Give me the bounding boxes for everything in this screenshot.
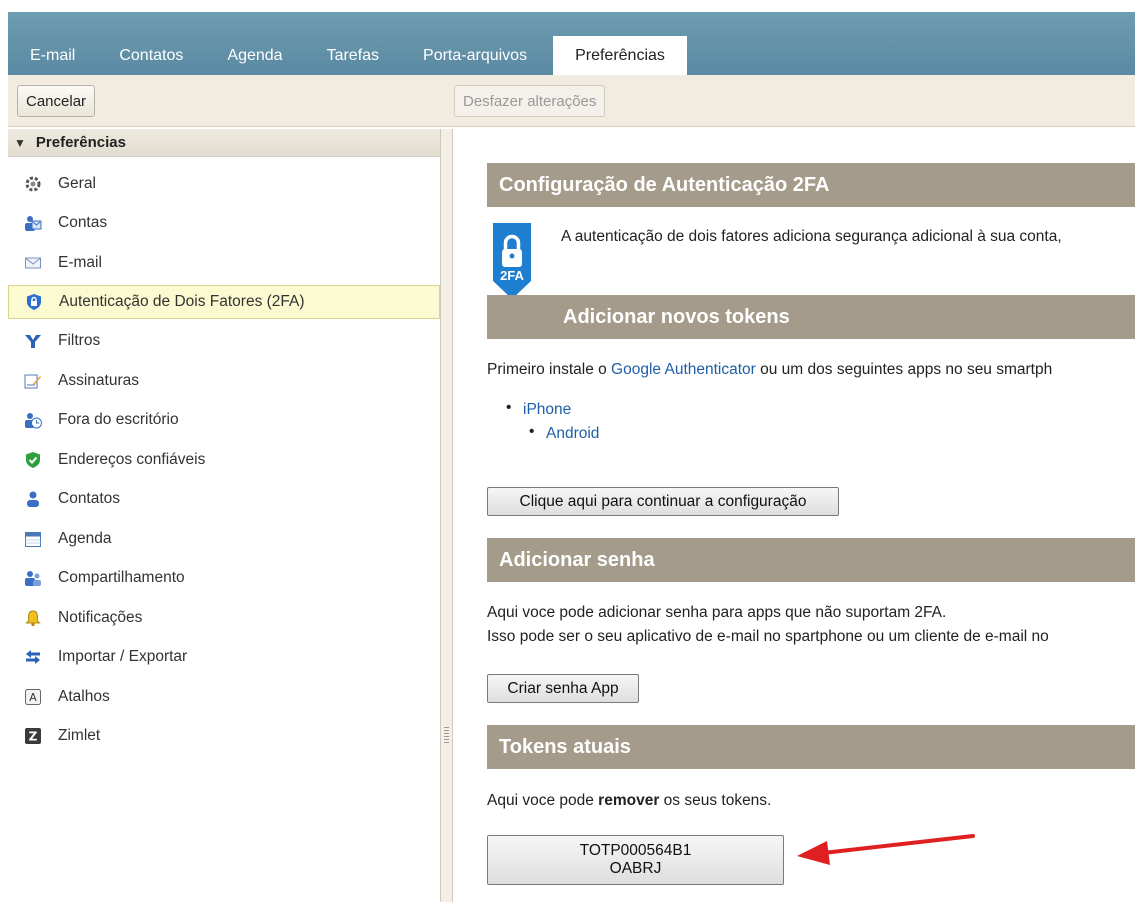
token-id: TOTP000564B1	[579, 842, 692, 859]
bullet-icon: •	[529, 423, 535, 440]
tab-calendar[interactable]: Agenda	[205, 36, 304, 75]
sidebar-item-email[interactable]: E-mail	[8, 243, 440, 283]
remove-bold-text: remover	[598, 792, 660, 809]
sidebar-item-notifications[interactable]: Notificações	[8, 598, 440, 638]
iphone-link[interactable]: iPhone	[523, 401, 571, 418]
signature-icon	[24, 372, 42, 390]
sidebar-item-label: Geral	[58, 174, 96, 192]
import-export-icon	[24, 648, 42, 666]
config-section-header: Configuração de Autenticação 2FA	[487, 163, 1135, 207]
sidebar-item-2fa[interactable]: Autenticação de Dois Fatores (2FA)	[8, 284, 440, 319]
token-name: OABRJ	[609, 860, 662, 877]
password-info-line2: Isso pode ser o seu aplicativo de e-mail…	[487, 628, 1049, 645]
tab-preferences[interactable]: Preferências	[553, 36, 687, 75]
preferences-sidebar: ▼ Preferências Geral Contas E-mail Auten…	[8, 129, 441, 902]
tab-contacts[interactable]: Contatos	[97, 36, 205, 75]
remove-suffix-text: os seus tokens.	[659, 792, 772, 809]
sidebar-item-filters[interactable]: Filtros	[8, 322, 440, 362]
envelope-icon	[24, 254, 42, 272]
sidebar-item-calendar[interactable]: Agenda	[8, 519, 440, 559]
sidebar-item-label: Endereços confiáveis	[58, 450, 206, 468]
bullet-icon: •	[506, 399, 512, 416]
sidebar-item-import-export[interactable]: Importar / Exportar	[8, 638, 440, 678]
sidebar-item-trusted-addresses[interactable]: Endereços confiáveis	[8, 440, 440, 480]
sidebar-item-label: E-mail	[58, 253, 102, 271]
trusted-shield-icon	[24, 451, 42, 469]
sidebar-item-zimlet[interactable]: Z Zimlet	[8, 717, 440, 757]
sidebar-item-label: Assinaturas	[58, 371, 139, 389]
sidebar-item-label: Zimlet	[58, 727, 101, 745]
2fa-intro-text: A autenticação de dois fatores adiciona …	[561, 228, 1062, 245]
tab-email[interactable]: E-mail	[8, 36, 97, 75]
sidebar-item-shortcuts[interactable]: A Atalhos	[8, 677, 440, 717]
current-tokens-section-header: Tokens atuais	[487, 725, 1135, 769]
app-tabs: E-mail Contatos Agenda Tarefas Porta-arq…	[8, 36, 687, 75]
sidebar-item-signatures[interactable]: Assinaturas	[8, 361, 440, 401]
2fa-badge-icon: 2FA	[493, 223, 531, 299]
google-authenticator-link[interactable]: Google Authenticator	[611, 361, 756, 378]
app-list-item: • Android	[529, 423, 599, 443]
accounts-icon	[24, 214, 42, 232]
sidebar-item-label: Agenda	[58, 529, 112, 547]
zimlet-icon: Z	[24, 727, 42, 745]
sharing-icon	[24, 569, 42, 587]
sidebar-item-contacts[interactable]: Contatos	[8, 480, 440, 520]
pane-splitter[interactable]	[441, 129, 453, 902]
remove-tokens-text: Aqui voce pode remover os seus tokens.	[487, 792, 771, 810]
sidebar-header[interactable]: ▼ Preferências	[8, 129, 440, 157]
tab-tasks[interactable]: Tarefas	[305, 36, 401, 75]
splitter-grip[interactable]	[444, 727, 449, 745]
token-button[interactable]: TOTP000564B1 OABRJ	[487, 835, 784, 885]
sidebar-list: Geral Contas E-mail Autenticação de Dois…	[8, 164, 440, 756]
bell-icon	[24, 609, 42, 627]
remove-prefix-text: Aqui voce pode	[487, 792, 599, 809]
sidebar-item-label: Filtros	[58, 332, 101, 350]
top-whitespace	[0, 0, 1135, 12]
svg-text:A: A	[29, 691, 37, 704]
sidebar-item-label: Importar / Exportar	[58, 648, 188, 666]
sidebar-item-label: Contas	[58, 214, 108, 232]
install-instructions: Primeiro instale o Google Authenticator …	[487, 361, 1052, 379]
out-of-office-icon	[24, 411, 42, 429]
add-tokens-section-header: Adicionar novos tokens	[487, 295, 1135, 339]
continue-setup-button[interactable]: Clique aqui para continuar a configuraçã…	[487, 487, 839, 516]
add-password-section-header: Adicionar senha	[487, 538, 1135, 582]
shield-lock-icon	[25, 293, 43, 311]
calendar-icon	[24, 530, 42, 548]
contact-icon	[24, 490, 42, 508]
sidebar-item-sharing[interactable]: Compartilhamento	[8, 559, 440, 599]
cancel-button[interactable]: Cancelar	[17, 85, 96, 117]
sidebar-item-label: Notificações	[58, 608, 143, 626]
create-app-password-button[interactable]: Criar senha App	[487, 674, 639, 703]
toolbar: Cancelar Desfazer alterações	[8, 75, 1135, 127]
undo-changes-button[interactable]: Desfazer alterações	[454, 85, 606, 117]
android-link[interactable]: Android	[546, 425, 599, 442]
tab-briefcase[interactable]: Porta-arquivos	[401, 36, 549, 75]
password-info-line1: Aqui voce pode adicionar senha para apps…	[487, 604, 947, 621]
collapse-triangle-icon[interactable]: ▼	[14, 136, 26, 150]
sidebar-item-general[interactable]: Geral	[8, 164, 440, 204]
sidebar-item-label: Atalhos	[58, 687, 110, 705]
svg-text:Z: Z	[29, 730, 38, 744]
install-prefix-text: Primeiro instale o	[487, 361, 612, 378]
sidebar-item-accounts[interactable]: Contas	[8, 204, 440, 244]
shortcut-key-icon: A	[24, 688, 42, 706]
red-arrow-icon	[793, 829, 977, 871]
filter-icon	[24, 332, 42, 350]
sidebar-item-label: Compartilhamento	[58, 569, 185, 587]
2fa-badge-text: 2FA	[500, 268, 524, 283]
sidebar-item-label: Contatos	[58, 490, 121, 508]
main-content: Configuração de Autenticação 2FA 2FA A a…	[453, 129, 1135, 902]
install-suffix-text: ou um dos seguintes apps no seu smartph	[755, 361, 1053, 378]
sidebar-item-out-of-office[interactable]: Fora do escritório	[8, 401, 440, 441]
gear-icon	[24, 175, 42, 193]
sidebar-item-label: Fora do escritório	[58, 411, 179, 429]
app-list-item: • iPhone	[506, 399, 571, 419]
sidebar-item-label: Autenticação de Dois Fatores (2FA)	[59, 292, 305, 310]
sidebar-header-label: Preferências	[35, 134, 126, 151]
